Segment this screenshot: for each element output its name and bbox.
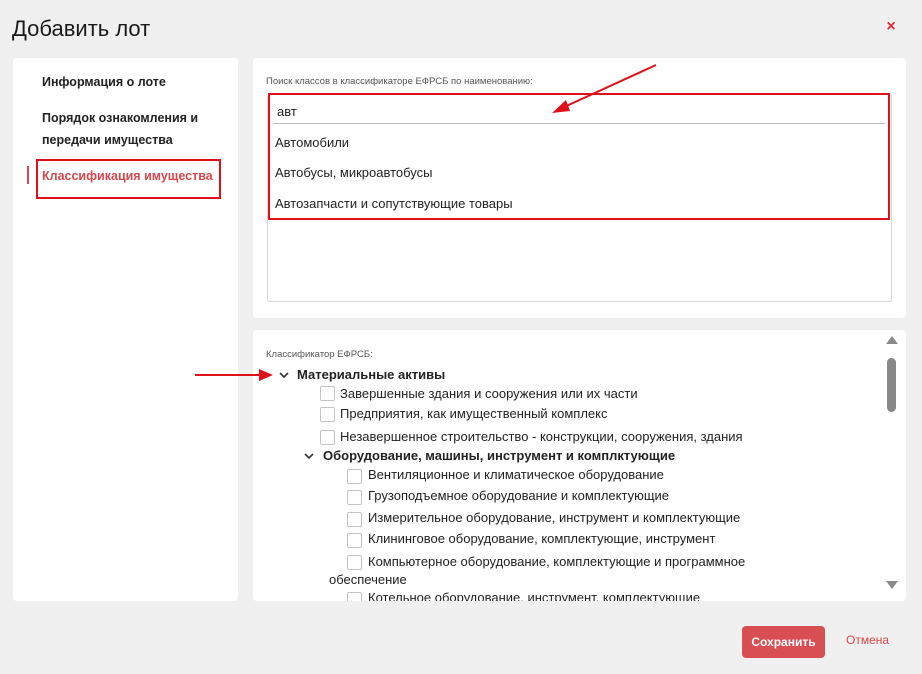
suggestion-item[interactable]: Автобусы, микроавтобусы [275,165,433,180]
checkbox[interactable] [320,386,335,401]
sidebar-item-inspection-order-line2[interactable]: передачи имущества [42,128,173,152]
checkbox[interactable] [347,592,362,601]
modal-title: Добавить лот [12,16,151,41]
checkbox[interactable] [320,407,335,422]
tree-node-equipment[interactable]: Оборудование, машины, инструмент и компл… [323,448,675,463]
tree-node-label: Котельное оборудование, инструмент, комп… [368,590,701,601]
add-lot-modal: Добавить лот × Информация о лоте Порядок… [0,0,922,674]
tree-node-label: Клининговое оборудование, комплектующие,… [368,531,716,546]
cancel-button[interactable]: Отмена [846,633,889,647]
tree-node-label: Предприятия, как имущественный комплекс [340,406,608,421]
search-input[interactable] [273,100,885,124]
checkbox[interactable] [347,469,362,484]
scroll-down-icon[interactable] [886,581,898,589]
search-box: Автомобили Автобусы, микроавтобусы Автоз… [267,94,892,302]
chevron-down-icon[interactable] [278,369,290,381]
checkbox[interactable] [347,490,362,505]
checkbox[interactable] [347,533,362,548]
tree-node-label: Незавершенное строительство - конструкци… [340,429,743,444]
scroll-up-icon[interactable] [886,336,898,344]
scrollbar-thumb[interactable] [887,358,896,412]
sidebar-item-inspection-order[interactable]: Порядок ознакомления и [42,106,198,130]
sidebar-nav: Информация о лоте Порядок ознакомления и… [13,58,238,601]
tree-label: Классификатор ЕФРСБ: [266,349,373,360]
tree-node-label: Измерительное оборудование, инструмент и… [368,510,741,525]
tree-node-label: Завершенные здания и сооружения или их ч… [340,386,638,401]
save-button[interactable]: Сохранить [742,626,825,658]
classifier-tree-panel: Классификатор ЕФРСБ: Материальные активы… [253,330,906,601]
tree-node-label: Вентиляционное и климатическое оборудова… [368,467,664,482]
checkbox[interactable] [347,512,362,527]
active-indicator [27,166,29,184]
sidebar-item-lot-info[interactable]: Информация о лоте [42,70,166,94]
checkbox[interactable] [347,555,362,570]
checkbox[interactable] [320,430,335,445]
close-icon[interactable]: × [883,18,899,36]
tree-node-label: обеспечение [329,572,407,587]
suggestion-item[interactable]: Автозапчасти и сопутствующие товары [275,196,513,211]
sidebar-item-classification[interactable]: Классификация имущества [42,164,213,188]
suggestion-item[interactable]: Автомобили [275,135,349,150]
search-label: Поиск классов в классификаторе ЕФРСБ по … [266,76,533,87]
tree-node-label: Грузоподъемное оборудование и комплектую… [368,488,670,503]
chevron-down-icon[interactable] [303,450,315,462]
search-panel: Поиск классов в классификаторе ЕФРСБ по … [253,58,906,318]
tree-node-label: Компьютерное оборудование, комплектующие… [368,554,746,569]
tree-node-material-assets[interactable]: Материальные активы [297,367,445,382]
